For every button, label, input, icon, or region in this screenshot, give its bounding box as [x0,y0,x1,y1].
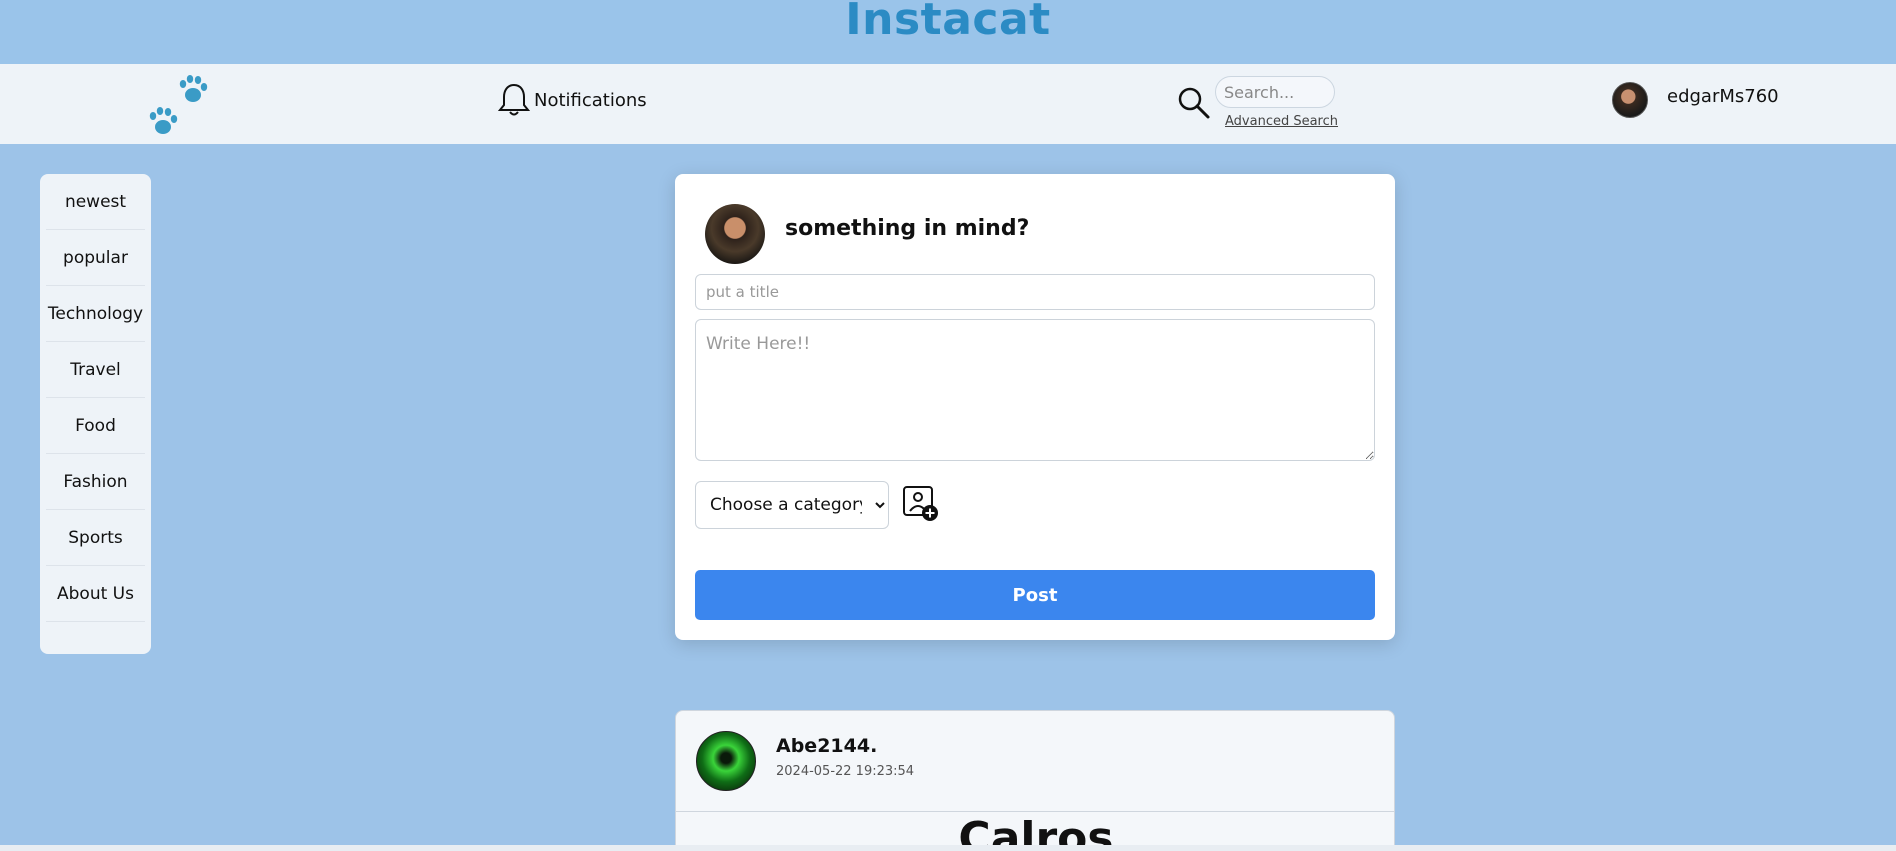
post-card[interactable]: Abe2144. 2024-05-22 19:23:54 Calros [675,710,1395,851]
post-author-avatar[interactable] [696,731,756,791]
category-select[interactable]: Choose a category [695,481,889,529]
post-author[interactable]: Abe2144. [776,735,877,757]
sidebar-item-popular[interactable]: popular [46,230,145,286]
notifications-button[interactable]: Notifications [498,80,647,120]
advanced-search-link[interactable]: Advanced Search [1225,114,1338,129]
post-body-textarea[interactable] [695,319,1375,461]
post-title-input[interactable] [695,274,1375,310]
bottom-strip [0,845,1896,851]
post-button[interactable]: Post [695,570,1375,620]
search-input[interactable] [1215,76,1335,108]
image-add-icon[interactable] [902,485,940,523]
category-sidebar: newest popular Technology Travel Food Fa… [40,174,151,654]
sidebar-item-about-us[interactable]: About Us [46,566,145,622]
brand-bar: Instacat [0,0,1896,64]
post-header: Abe2144. 2024-05-22 19:23:54 [676,711,1394,812]
sidebar-item-fashion[interactable]: Fashion [46,454,145,510]
sidebar-item-technology[interactable]: Technology [46,286,145,342]
username-link[interactable]: edgarMs760 [1667,86,1779,107]
sidebar-item-travel[interactable]: Travel [46,342,145,398]
user-avatar[interactable] [1612,82,1648,118]
compose-card: something in mind? Choose a category Pos… [675,174,1395,640]
notifications-label: Notifications [534,89,647,111]
post-timestamp: 2024-05-22 19:23:54 [776,764,915,779]
sidebar-item-food[interactable]: Food [46,398,145,454]
paw-prints-icon[interactable] [145,69,215,139]
navbar: Notifications Advanced Search edgarMs760 [0,64,1896,144]
bell-icon [498,83,530,116]
sidebar-item-newest[interactable]: newest [46,174,145,230]
compose-avatar [705,204,765,264]
magnifier-icon[interactable] [1177,86,1211,120]
sidebar-item-sports[interactable]: Sports [46,510,145,566]
app-title: Instacat [845,0,1051,45]
compose-heading: something in mind? [785,216,1030,241]
